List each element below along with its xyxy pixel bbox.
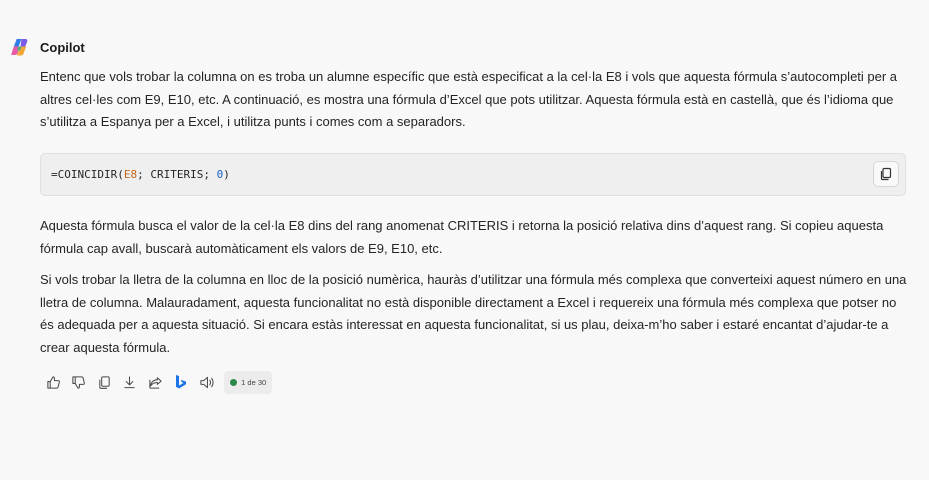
copilot-message: Copilot Entenc que vols trobar la column… — [0, 0, 929, 480]
code-block: =COINCIDIR(E8; CRITERIS; 0) — [40, 153, 906, 196]
share-icon — [149, 376, 162, 389]
like-button[interactable] — [44, 373, 62, 391]
code-arguments: ; CRITERIS; — [137, 168, 217, 181]
intro-paragraph: Entenc que vols trobar la columna on es … — [40, 69, 898, 130]
read-aloud-button[interactable] — [198, 373, 216, 391]
copy-code-button[interactable] — [873, 161, 899, 187]
thumbs-up-icon — [46, 375, 60, 389]
response-counter-label: 1 de 30 — [241, 377, 267, 387]
message-header: Copilot — [11, 38, 85, 56]
code-cell-reference: E8 — [123, 168, 138, 181]
message-actions: 1 de 30 — [44, 370, 273, 394]
sender-name: Copilot — [40, 39, 85, 55]
explanation-paragraph: Aquesta fórmula busca el valor de la cel… — [40, 218, 884, 256]
copilot-logo-icon — [11, 38, 28, 56]
code-content: =COINCIDIR(E8; CRITERIS; 0) — [51, 168, 230, 181]
status-dot-icon — [230, 378, 238, 386]
bing-search-button[interactable] — [172, 373, 190, 391]
bing-icon — [175, 375, 186, 389]
download-icon — [124, 375, 135, 388]
copy-icon — [98, 375, 110, 389]
response-counter: 1 de 30 — [224, 370, 273, 394]
copy-button[interactable] — [95, 373, 113, 391]
code-function: =COINCIDIR( — [51, 168, 124, 181]
copy-icon — [880, 167, 892, 181]
export-button[interactable] — [121, 373, 139, 391]
thumbs-down-icon — [72, 375, 85, 389]
dislike-button[interactable] — [70, 373, 88, 391]
speaker-icon — [199, 376, 214, 388]
share-button[interactable] — [146, 373, 164, 391]
followup-paragraph: Si vols trobar la lletra de la columna e… — [40, 272, 907, 356]
code-close-paren: ) — [223, 168, 230, 181]
